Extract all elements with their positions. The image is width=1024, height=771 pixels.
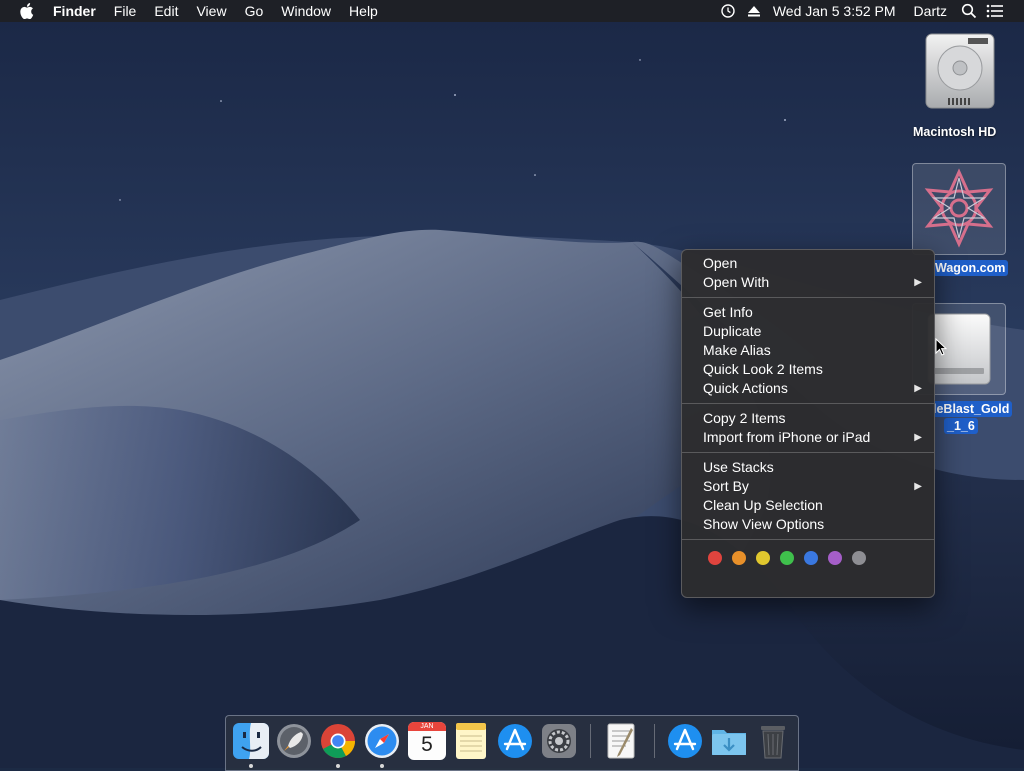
apple-menu-icon[interactable]	[20, 3, 34, 19]
menu-file[interactable]: File	[105, 0, 146, 22]
tag-orange[interactable]	[732, 551, 746, 565]
app-store-icon[interactable]	[496, 722, 534, 760]
tag-gray[interactable]	[852, 551, 866, 565]
running-indicator	[249, 764, 253, 768]
menu-separator	[682, 297, 934, 298]
menu-separator	[682, 403, 934, 404]
submenu-arrow-icon: ▶	[914, 383, 922, 394]
submenu-arrow-icon: ▶	[914, 432, 922, 443]
menu-item-open[interactable]: Open	[682, 254, 934, 273]
desktop-icon-label-line2: _1_6	[944, 418, 978, 434]
textedit-icon[interactable]	[602, 722, 640, 760]
menu-item-quick-actions[interactable]: Quick Actions ▶	[682, 379, 934, 398]
menu-help[interactable]: Help	[340, 0, 387, 22]
menu-bar: Finder File Edit View Go Window Help Wed…	[0, 0, 1024, 22]
chrome-icon[interactable]	[319, 722, 357, 760]
menu-separator	[682, 452, 934, 453]
tag-purple[interactable]	[828, 551, 842, 565]
menu-item-duplicate[interactable]: Duplicate	[682, 322, 934, 341]
menu-go[interactable]: Go	[236, 0, 273, 22]
calendar-day: 5	[421, 733, 433, 756]
calendar-icon[interactable]: JAN 5	[408, 722, 446, 760]
notes-icon[interactable]	[452, 722, 490, 760]
spotlight-search-icon[interactable]	[956, 0, 982, 22]
trash-icon[interactable]	[754, 722, 792, 760]
app-store-folder-icon[interactable]	[666, 722, 704, 760]
safari-icon[interactable]	[363, 722, 401, 760]
desktop-icon-label-line1: leBlast_Gold	[930, 401, 1013, 417]
launchpad-icon[interactable]	[275, 722, 313, 760]
menu-view[interactable]: View	[187, 0, 235, 22]
menu-item-use-stacks[interactable]: Use Stacks	[682, 458, 934, 477]
tag-blue[interactable]	[804, 551, 818, 565]
menu-item-show-view-options[interactable]: Show View Options	[682, 515, 934, 534]
menu-item-quick-look[interactable]: Quick Look 2 Items	[682, 360, 934, 379]
app-menu-finder[interactable]: Finder	[44, 0, 105, 22]
desktop-icon-macintosh-hd[interactable]: Macintosh HD	[905, 28, 1015, 148]
finder-icon[interactable]	[232, 722, 270, 760]
tag-yellow[interactable]	[756, 551, 770, 565]
dock: JAN 5	[225, 715, 799, 771]
desktop-icon-label: Wagon.com	[932, 260, 1009, 276]
tag-green[interactable]	[780, 551, 794, 565]
time-machine-icon[interactable]	[715, 0, 741, 22]
menubar-clock[interactable]: Wed Jan 5 3:52 PM	[767, 0, 905, 22]
system-preferences-icon[interactable]	[540, 722, 578, 760]
calendar-month: JAN	[408, 722, 446, 731]
menu-item-import[interactable]: Import from iPhone or iPad ▶	[682, 428, 934, 447]
notification-center-icon[interactable]	[982, 0, 1008, 22]
running-indicator	[380, 764, 384, 768]
mandala-app-icon	[924, 168, 994, 248]
menu-item-copy[interactable]: Copy 2 Items	[682, 409, 934, 428]
menu-item-sort-by[interactable]: Sort By ▶	[682, 477, 934, 496]
tag-red[interactable]	[708, 551, 722, 565]
dock-separator	[654, 724, 655, 758]
eject-icon[interactable]	[741, 0, 767, 22]
menu-item-open-with[interactable]: Open With ▶	[682, 273, 934, 292]
menu-window[interactable]: Window	[272, 0, 340, 22]
running-indicator	[336, 764, 340, 768]
submenu-arrow-icon: ▶	[914, 277, 922, 288]
menu-item-clean-up[interactable]: Clean Up Selection	[682, 496, 934, 515]
menubar-user[interactable]: Dartz	[905, 0, 956, 22]
dock-separator	[590, 724, 591, 758]
submenu-arrow-icon: ▶	[914, 481, 922, 492]
menu-item-get-info[interactable]: Get Info	[682, 303, 934, 322]
menu-item-make-alias[interactable]: Make Alias	[682, 341, 934, 360]
menu-edit[interactable]: Edit	[145, 0, 187, 22]
mouse-pointer-icon	[935, 338, 947, 356]
hard-drive-icon	[925, 33, 995, 109]
downloads-folder-icon[interactable]	[710, 722, 748, 760]
menu-separator	[682, 539, 934, 540]
tag-color-row	[682, 545, 934, 567]
desktop-icon-label: Macintosh HD	[913, 125, 997, 139]
context-menu: Open Open With ▶ Get Info Duplicate Make …	[681, 249, 935, 598]
